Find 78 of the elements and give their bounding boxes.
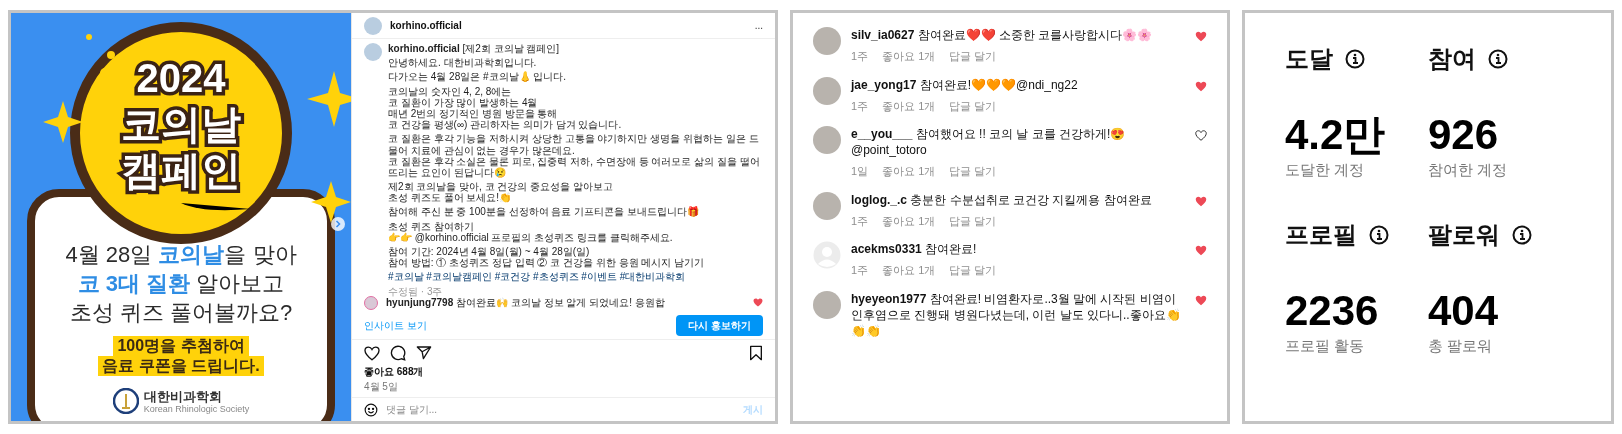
metric-label: 프로필 활동 (1285, 336, 1366, 356)
user-avatar[interactable] (813, 290, 841, 319)
comment-text: hyeyeon1977 참여완료! 비염환자로..3월 말에 시작된 비염이 인후염으로 진행돼 병원다녔는데, 이런 날도 있다니..좋아요👏👏👏 (851, 290, 1182, 339)
metric-value: 2236 (1285, 289, 1380, 333)
comment-likes-button[interactable]: 좋아요 1개 (882, 212, 936, 229)
info-icon[interactable] (1345, 49, 1365, 69)
metric-label: 참여한 계정 (1428, 160, 1509, 180)
reply-button[interactable]: 답글 달기 (949, 97, 997, 114)
caption-text: 안녕하세요. 대한비과학회입니다. (388, 57, 538, 69)
comment-likes-button[interactable]: 좋아요 1개 (882, 97, 936, 114)
poster-text: 코 3대 질환 알아보고 (77, 270, 285, 297)
metric-label: 도달한 계정 (1285, 160, 1366, 180)
metric-label: 총 팔로워 (1428, 336, 1494, 356)
metric-title: 팔로워 (1428, 220, 1500, 250)
comment-text: jae_yong17 참여완료!🧡🧡🧡@ndi_ng22 (851, 76, 1079, 93)
poster-highlight-text: 100명을 추첨하여 (113, 336, 249, 356)
username[interactable]: korhino.official (390, 18, 462, 33)
metric-value: 4.2만 (1285, 113, 1387, 157)
comment-icon[interactable] (390, 345, 406, 361)
metric-value: 404 (1428, 289, 1500, 333)
comment-time: 1주 (851, 263, 869, 278)
edited-time: 수정됨 · 3주 (388, 285, 444, 297)
comment-text: loglog._.c 충분한 수분섭취로 코건강 지킬께용 참여완료 (851, 191, 1153, 208)
caption-text: korhino.official [제2회 코의날 캠페인] (388, 43, 561, 55)
comment-text: hyunjung7798 참여완료🙌 코의날 정보 알게 되었네요! 응원합 (386, 297, 666, 310)
like-icon[interactable] (364, 345, 380, 361)
poster-text: 4월 28일 코의날을 맞아 (65, 241, 297, 268)
metric-value: 926 (1428, 113, 1500, 157)
reply-button[interactable]: 답글 달기 (949, 262, 997, 279)
caption-text: 참여해 주신 분 중 100분을 선정하여 음료 기프티콘을 보내드립니다🎁 (388, 206, 700, 218)
comment-likes-button[interactable]: 좋아요 1개 (882, 48, 936, 65)
caption-text: 제2회 코의날을 맞아, 코 건강의 중요성을 알아보고 초성 퀴즈도 풀어 보세요!👏 (388, 181, 614, 204)
comment-time: 1주 (851, 98, 869, 114)
send-icon[interactable] (416, 345, 432, 361)
caption-text: 코의날의 숫자인 4, 2, 8에는 코 질환이 가장 많이 발생하는 4월 매년 2번의 정기적인 병원 방문을 통해 코 건강을 평생(∞) 관리하자는 의미가 담겨 있습니다. (388, 85, 623, 131)
reply-button[interactable]: 답글 달기 (949, 163, 997, 180)
user-avatar[interactable] (813, 191, 841, 220)
society-name: 대한비과학회 (143, 388, 223, 404)
comment-input[interactable]: 댓글 달기... (386, 402, 735, 417)
poster-highlight-text: 음료 쿠폰을 드립니다. (98, 356, 264, 376)
bookmark-icon[interactable] (749, 345, 763, 361)
comment-likes-button[interactable]: 좋아요 1개 (882, 163, 936, 180)
chevron-right-icon (335, 220, 341, 228)
metric-title: 도달 (1285, 44, 1333, 74)
poster-title: 2024 (136, 55, 226, 101)
comment-text: silv_ia0627 참여완료❤❤ 소중한 코를사랑합시다🌸🌸 (851, 27, 1154, 43)
insights-link[interactable]: 인사이트 보기 (364, 318, 427, 333)
more-options-button[interactable]: ... (754, 18, 763, 33)
poster-title: 캠페인 (121, 147, 241, 193)
boost-post-button[interactable]: 다시 홍보하기 (676, 315, 763, 336)
caption-text: 초성 퀴즈 참여하기 👉👉 @korhino.official 프로필의 초성퀴즈 링크를 클릭해주세요. (388, 220, 674, 243)
user-avatar[interactable] (813, 27, 841, 55)
post-date: 4월 5일 (363, 380, 399, 394)
metric-title: 프로필 (1285, 220, 1357, 250)
info-icon[interactable] (1488, 49, 1508, 69)
comment-text: acekms0331 참여완료! (851, 241, 978, 257)
hashtags-text: #코의날 #코의날캠페인 #코건강 #초성퀴즈 #이벤트 #대한비과학회 (388, 271, 687, 283)
caption-text: 다가오는 4월 28일은 #코의날👃 입니다. (388, 71, 568, 83)
info-icon[interactable] (1369, 225, 1389, 245)
poster-title: 코의날 (121, 101, 241, 147)
emoji-icon[interactable] (364, 402, 378, 417)
user-avatar[interactable] (813, 126, 841, 154)
comment-time: 1주 (851, 213, 869, 229)
caption-text: 참여 기간: 2024년 4월 8일(월) ~ 4월 28일(일) 참여 방법: ① 초성퀴즈 정답 입력 ② 코 건강을 위한 응원 메시지 남기기 (388, 246, 706, 269)
comment-text: e__you___ 참여했어요 !! 코의 날 코를 건강하게!😍 @point_totoro (851, 126, 1127, 158)
user-avatar[interactable] (813, 76, 841, 105)
comment-time: 1주 (851, 49, 869, 64)
reply-button[interactable]: 답글 달기 (949, 48, 997, 65)
caption-text: 코 질환은 후각 기능을 저하시켜 상당한 고통을 야기하지만 생명을 위협하는 일은 드물어 치료에 관심이 없는 경우가 많은데요. 코 질환은 후각 소실은 물론 피로, 집중력 저하, 수면장애 등 여러모로 삶의 질을 떨어뜨리는 요인이 된답니다😢 (388, 133, 761, 179)
like-count: 좋아요 688개 (363, 365, 425, 379)
reply-button[interactable]: 답글 달기 (949, 212, 997, 229)
poster-text: 초성 퀴즈 풀어볼까요? (69, 299, 293, 326)
society-subtitle: Korean Rhinologic Society (143, 403, 250, 414)
commenter-avatar (364, 295, 378, 310)
comment-likes-button[interactable]: 좋아요 1개 (882, 262, 936, 279)
info-icon[interactable] (1512, 225, 1532, 245)
comment-time: 1일 (851, 164, 869, 179)
metric-title: 참여 (1428, 44, 1476, 74)
